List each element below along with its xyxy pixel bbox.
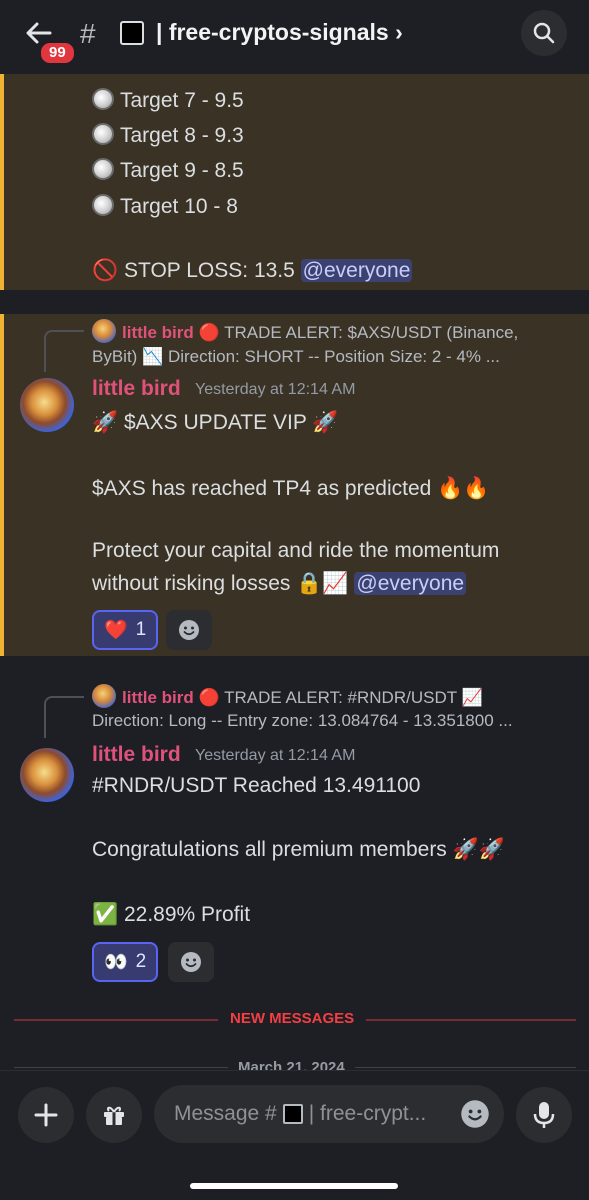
- search-icon: [533, 22, 555, 44]
- everyone-mention[interactable]: @everyone: [354, 572, 467, 595]
- reply-preview[interactable]: little bird 🔴 TRADE ALERT: #RNDR/USDT 📈: [92, 684, 572, 708]
- avatar[interactable]: [20, 748, 74, 802]
- channel-header: 99 # | free-cryptos-signals ›: [0, 0, 589, 74]
- reply-connector: [44, 330, 84, 372]
- target-line: Target 10 - 8: [92, 194, 238, 219]
- heart-icon: ❤️: [104, 620, 128, 641]
- channel-emoji-icon: [120, 21, 144, 45]
- everyone-mention[interactable]: @everyone: [300, 259, 413, 282]
- reply-connector: [44, 696, 84, 738]
- input-placeholder: Message #: [174, 1102, 277, 1125]
- add-attachment-button[interactable]: [18, 1087, 74, 1143]
- message-text: without risking losses 🔒📈 @everyone: [92, 572, 467, 595]
- gift-button[interactable]: [86, 1087, 142, 1143]
- white-circle-icon: [92, 194, 114, 216]
- avatar: [92, 319, 116, 343]
- white-circle-icon: [92, 88, 114, 110]
- prohibited-icon: 🚫: [92, 259, 119, 282]
- message-list[interactable]: Target 7 - 9.5 Target 8 - 9.3 Target 9 -…: [0, 74, 589, 1070]
- input-placeholder-channel: | free-crypt...: [308, 1102, 427, 1125]
- reply-preview-line2: ByBit) 📉 Direction: SHORT -- Position Si…: [92, 347, 500, 366]
- reaction-count: 1: [135, 619, 147, 640]
- reaction-count: 2: [135, 951, 147, 972]
- message-text: ✅ 22.89% Profit: [92, 903, 251, 926]
- gift-icon: [104, 1106, 124, 1125]
- add-reaction-button[interactable]: [166, 610, 212, 650]
- home-indicator[interactable]: [190, 1183, 398, 1189]
- message-timestamp: Yesterday at 12:14 AM: [195, 381, 356, 398]
- message-composer: Message # | free-crypt...: [0, 1070, 589, 1200]
- target-line: Target 9 - 8.5: [92, 158, 244, 183]
- target-line: Target 8 - 9.3: [92, 123, 244, 148]
- new-messages-label: NEW MESSAGES: [218, 1010, 367, 1027]
- eyes-icon: 👀: [104, 952, 128, 973]
- emoji-icon[interactable]: [460, 1099, 490, 1129]
- smiley-icon: [181, 952, 201, 972]
- message-text: 🚀 $AXS UPDATE VIP 🚀: [92, 411, 339, 434]
- unread-badge: 99: [38, 40, 77, 66]
- add-reaction-button[interactable]: [168, 942, 214, 982]
- reaction-eyes[interactable]: 👀 2: [92, 942, 159, 982]
- message-text: Congratulations all premium members 🚀🚀: [92, 838, 505, 861]
- message-input[interactable]: Message # | free-crypt...: [154, 1085, 504, 1143]
- voice-message-button[interactable]: [516, 1087, 572, 1143]
- message-highlighted: [0, 74, 589, 290]
- message-text: $AXS has reached TP4 as predicted 🔥🔥: [92, 477, 490, 500]
- message-author[interactable]: little bird: [92, 377, 181, 401]
- stop-loss-line: 🚫 STOP LOSS: 13.5 @everyone: [92, 259, 413, 282]
- white-circle-icon: [92, 158, 114, 180]
- reply-preview-line2: Direction: Long -- Entry zone: 13.084764…: [92, 711, 513, 730]
- microphone-icon: [533, 1102, 555, 1128]
- avatar[interactable]: [20, 378, 74, 432]
- message-timestamp: Yesterday at 12:14 AM: [195, 747, 356, 764]
- hash-icon: #: [80, 18, 96, 49]
- channel-emoji-icon: [282, 1104, 303, 1124]
- plus-icon: [34, 1103, 58, 1127]
- message-text: Protect your capital and ride the moment…: [92, 539, 500, 562]
- channel-title[interactable]: | free-cryptos-signals ›: [156, 19, 403, 46]
- smiley-icon: [179, 620, 199, 640]
- avatar: [92, 684, 116, 708]
- search-button[interactable]: [521, 10, 567, 56]
- message-text: #RNDR/USDT Reached 13.491100: [92, 774, 421, 797]
- white-circle-icon: [92, 123, 114, 145]
- target-line: Target 7 - 9.5: [92, 88, 244, 113]
- reply-preview[interactable]: little bird 🔴 TRADE ALERT: $AXS/USDT (Bi…: [92, 319, 572, 343]
- reaction-heart[interactable]: ❤️ 1: [92, 610, 159, 650]
- message-author[interactable]: little bird: [92, 743, 181, 767]
- date-label: March 21, 2024: [228, 1059, 355, 1070]
